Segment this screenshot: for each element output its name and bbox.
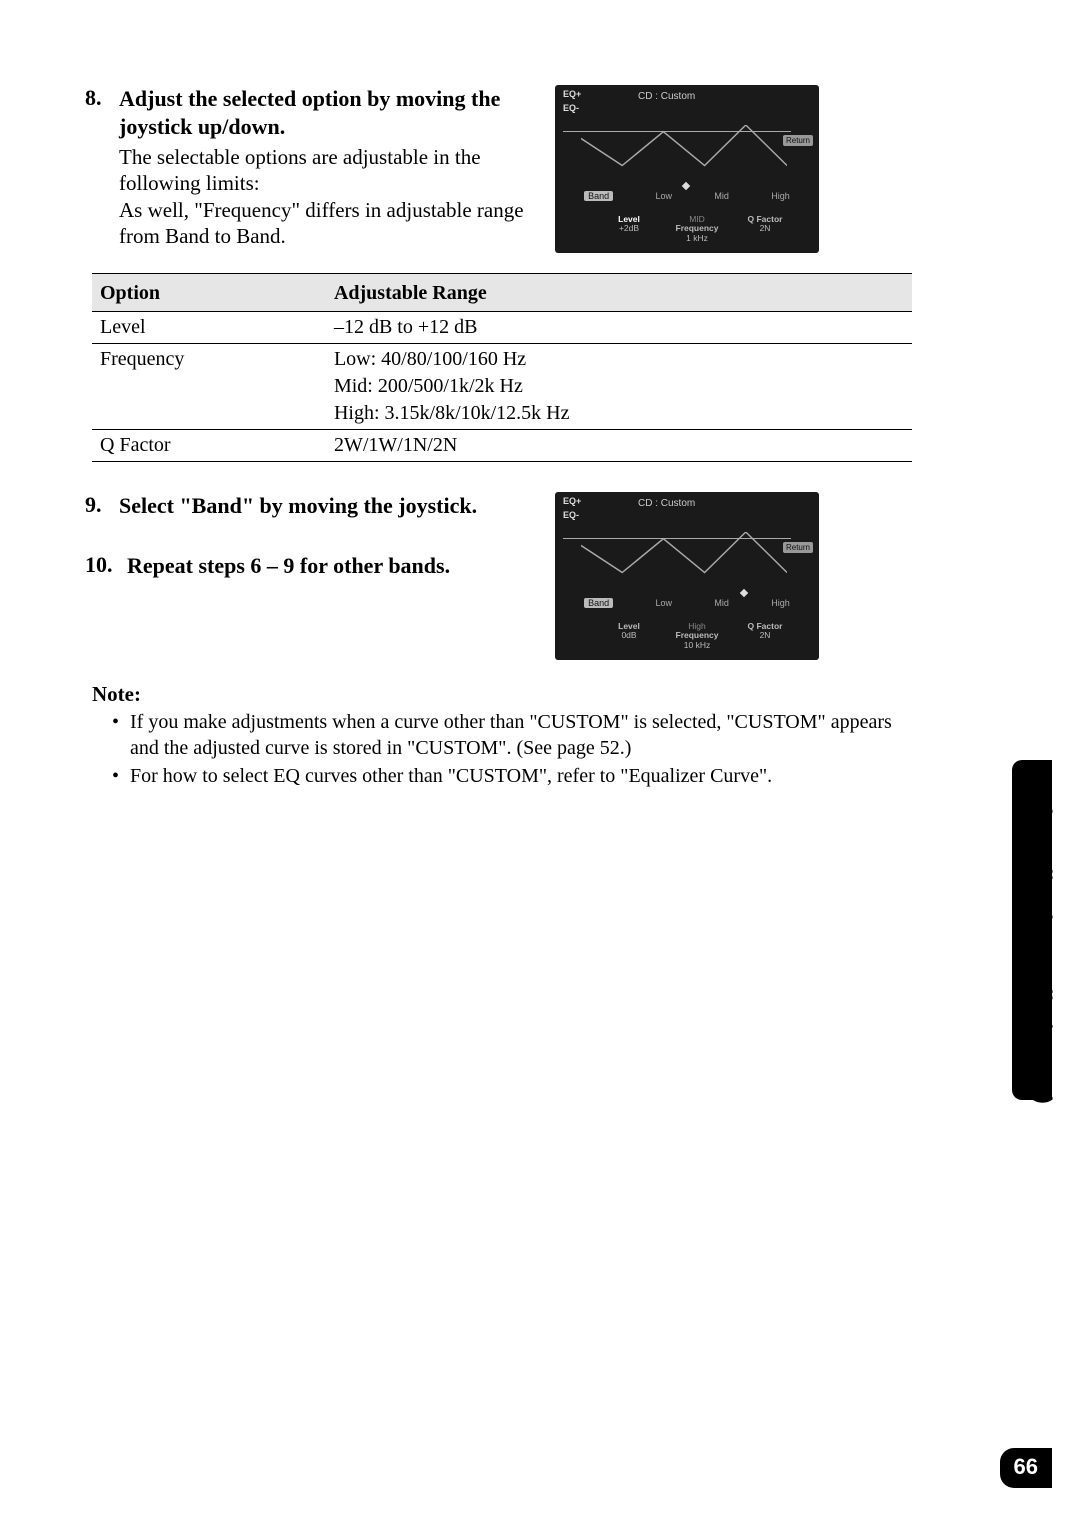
step-9-number: 9. bbox=[85, 492, 115, 518]
step-8-body-2: As well, "Frequency" differs in adjustab… bbox=[119, 197, 539, 250]
step-8-body-1: The selectable options are adjustable in… bbox=[119, 144, 539, 197]
section-title-vertical: Fine Adjusting Audio (Expert) bbox=[1031, 795, 1055, 1104]
cell-q-option: Q Factor bbox=[92, 430, 326, 462]
options-table: Option Adjustable Range Level –12 dB to … bbox=[92, 273, 912, 462]
eq-band-low: Low bbox=[656, 598, 673, 608]
eq-band-mid: Mid bbox=[714, 191, 729, 201]
eq-screenshot-1: EQ+ EQ- CD : Custom Return Band Low Mid … bbox=[555, 85, 819, 253]
cell-freq-high: High: 3.15k/8k/10k/12.5k Hz bbox=[326, 400, 912, 430]
eq-return-button: Return bbox=[783, 542, 813, 553]
table-header-option: Option bbox=[92, 274, 326, 312]
eq-q-value: 2N bbox=[735, 224, 795, 233]
cell-level-range: –12 dB to +12 dB bbox=[326, 312, 912, 344]
step-8-title: Adjust the selected option by moving the… bbox=[119, 85, 539, 140]
eq-band-pill: Band bbox=[584, 191, 613, 201]
note-item-1: If you make adjustments when a curve oth… bbox=[112, 709, 892, 761]
eq-freq-value: 1 kHz bbox=[667, 234, 727, 243]
table-row: Frequency Low: 40/80/100/160 Hz bbox=[92, 344, 912, 374]
table-row: Mid: 200/500/1k/2k Hz bbox=[92, 373, 912, 400]
cell-freq-option: Frequency bbox=[92, 344, 326, 374]
step-10-number: 10. bbox=[85, 552, 123, 578]
eq-band-low: Low bbox=[656, 191, 673, 201]
eq-screenshot-2: EQ+ EQ- CD : Custom Return Band Low Mid … bbox=[555, 492, 819, 660]
note-item-2: For how to select EQ curves other than "… bbox=[112, 763, 892, 789]
step-8: 8. Adjust the selected option by moving … bbox=[85, 85, 1010, 253]
cell-q-range: 2W/1W/1N/2N bbox=[326, 430, 912, 462]
eq-level-value: 0dB bbox=[599, 631, 659, 640]
notes-label: Note: bbox=[92, 682, 892, 707]
eq-return-button: Return bbox=[783, 135, 813, 146]
eq-band-high: High bbox=[771, 598, 790, 608]
step-8-number: 8. bbox=[85, 85, 115, 111]
eq-freq-value: 10 kHz bbox=[667, 641, 727, 650]
page-number: 66 bbox=[1000, 1448, 1052, 1488]
table-row: Q Factor 2W/1W/1N/2N bbox=[92, 430, 912, 462]
eq-band-mid: Mid bbox=[714, 598, 729, 608]
eq-level-value: +2dB bbox=[599, 224, 659, 233]
eq-header: CD : Custom bbox=[638, 498, 695, 509]
table-row: High: 3.15k/8k/10k/12.5k Hz bbox=[92, 400, 912, 430]
step-9-10-row: 9. Select "Band" by moving the joystick.… bbox=[85, 492, 1010, 660]
notes-block: Note: If you make adjustments when a cur… bbox=[92, 682, 892, 789]
eq-plus-label: EQ+ bbox=[563, 89, 581, 99]
cell-level-option: Level bbox=[92, 312, 326, 344]
eq-q-value: 2N bbox=[735, 631, 795, 640]
eq-plus-label: EQ+ bbox=[563, 496, 581, 506]
table-row: Level –12 dB to +12 dB bbox=[92, 312, 912, 344]
step-10-title: Repeat steps 6 – 9 for other bands. bbox=[127, 552, 537, 580]
eq-band-high: High bbox=[771, 191, 790, 201]
eq-minus-label: EQ- bbox=[563, 510, 579, 520]
eq-band-pill: Band bbox=[584, 598, 613, 608]
eq-minus-label: EQ- bbox=[563, 103, 579, 113]
table-header-range: Adjustable Range bbox=[326, 274, 912, 312]
step-9-title: Select "Band" by moving the joystick. bbox=[119, 492, 539, 520]
cell-freq-low: Low: 40/80/100/160 Hz bbox=[326, 344, 912, 374]
cell-freq-mid: Mid: 200/500/1k/2k Hz bbox=[326, 373, 912, 400]
eq-header: CD : Custom bbox=[638, 91, 695, 102]
